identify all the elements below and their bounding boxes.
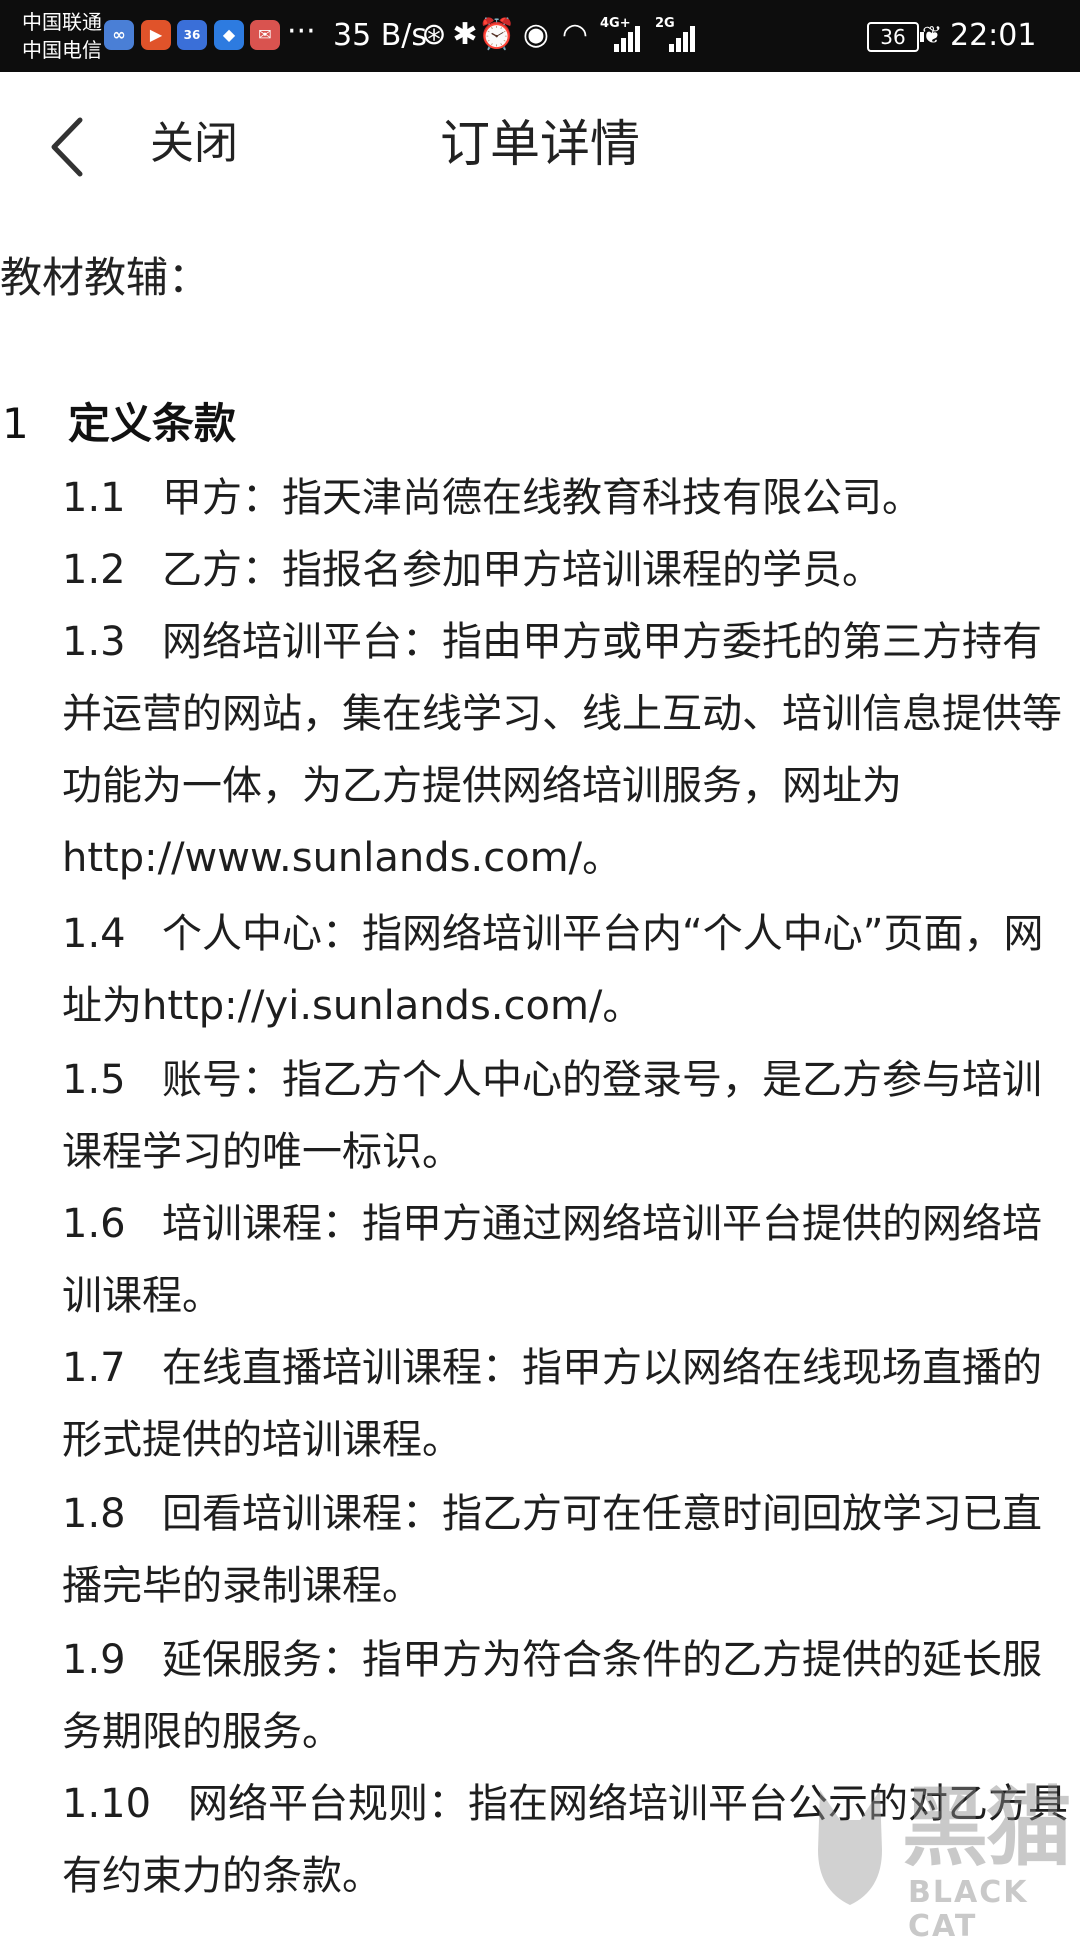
chevron-left-icon [51,117,83,177]
clause-item: 1.6 培训课程：指甲方通过网络培训平台提供的网络培训课程。 [62,1188,1072,1332]
back-button[interactable] [40,112,100,182]
power-saving-leaf-icon: ❦ [921,21,943,49]
signal-2g-icon: 2G [655,16,695,52]
clause-item: 1.1 甲方：指天津尚德在线教育科技有限公司。 [62,462,1072,534]
section-label: 教材教辅： [0,253,211,302]
clause-item: 1.3 网络培训平台：指由甲方或甲方委托的第三方持有并运营的网站，集在线学习、线上… [62,606,1072,894]
clause-item-text: 甲方：指天津尚德在线教育科技有限公司。 [162,475,922,521]
clause-item-number: 1.8 [62,1491,126,1537]
clause-heading-number: 1 [2,399,29,448]
page-title: 订单详情 [440,115,640,173]
clause-item-text: 延保服务：指甲方为符合条件的乙方提供的延长服务期限的服务。 [62,1637,1042,1755]
shield-app-icon: ◆ [214,20,244,50]
clause-item: 1.4 个人中心：指网络培训平台内“个人中心”页面，网址为http://yi.su… [62,898,1072,1042]
navigation-header: 关闭 订单详情 [0,72,1080,218]
clause-item-text: 乙方：指报名参加甲方培训课程的学员。 [162,547,882,593]
black-cat-watermark: 黑猫 BLACK CAT [800,1770,1080,1944]
36kr-app-icon: 36 [177,20,207,50]
clause-item-text: 回看培训课程：指乙方可在任意时间回放学习已直播完毕的录制课程。 [62,1491,1042,1609]
clause-heading-title: 定义条款 [68,399,237,448]
clause-item-number: 1.1 [62,475,126,521]
wifi-icon: ◠ [561,17,589,52]
network-2g-label: 2G [655,16,675,31]
watermark-chinese: 黑猫 [902,1778,1072,1878]
clause-item: 1.5 账号：指乙方个人中心的登录号，是乙方参与培训课程学习的唯一标识。 [62,1044,1072,1188]
battery-indicator: 36 [867,22,924,52]
clause-item-text: 网络培训平台：指由甲方或甲方委托的第三方持有并运营的网站，集在线学习、线上互动、… [62,619,1062,881]
network-speed: 35 B/s [333,18,428,53]
clause-item-text: 个人中心：指网络培训平台内“个人中心”页面，网址为http://yi.sunla… [62,911,1044,1029]
clause-item-text: 培训课程：指甲方通过网络培训平台提供的网络培训课程。 [62,1201,1042,1319]
clause-heading: 1 定义条款 [0,396,236,452]
video-app-icon: ▶ [141,20,171,50]
cat-logo-icon [818,1790,882,1905]
clause-item-text: 在线直播培训课程：指甲方以网络在线现场直播的形式提供的培训课程。 [62,1345,1042,1463]
clause-item-number: 1.9 [62,1637,126,1683]
clause-item-number: 1.4 [62,911,126,957]
clause-item: 1.2 乙方：指报名参加甲方培训课程的学员。 [62,534,1072,606]
clause-item-number: 1.7 [62,1345,126,1391]
bluetooth-icon: ✱ [452,17,478,52]
more-notifications-icon: ··· [287,14,316,49]
clause-item-number: 1.10 [62,1781,152,1827]
clause-item-number: 1.2 [62,547,126,593]
mail-app-icon: ✉ [250,20,280,50]
data-saver-icon: ⊛ [421,17,447,52]
watermark-english: BLACK CAT [908,1875,1029,1944]
clause-item-number: 1.5 [62,1057,126,1103]
clause-item-number: 1.3 [62,619,126,665]
network-4g-label: 4G+ [600,16,631,31]
close-button[interactable]: 关闭 [150,114,238,174]
status-bar: 中国联通 中国电信 ∞ ▶ 36 ◆ ✉ ··· 35 B/s ⊛ ✱ ⏰ ◉ … [0,0,1080,72]
clause-item: 1.8 回看培训课程：指乙方可在任意时间回放学习已直播完毕的录制课程。 [62,1478,1072,1622]
app-notification-icon-1: ∞ [104,20,134,50]
clock: 22:01 [950,18,1037,53]
clause-item: 1.9 延保服务：指甲方为符合条件的乙方提供的延长服务期限的服务。 [62,1624,1072,1768]
clause-item: 1.7 在线直播培训课程：指甲方以网络在线现场直播的形式提供的培训课程。 [62,1332,1072,1476]
clause-item-number: 1.6 [62,1201,126,1247]
eye-comfort-icon: ◉ [522,17,550,52]
alarm-icon: ⏰ [478,17,516,52]
signal-4g-icon: 4G+ [600,16,640,52]
clause-item-text: 账号：指乙方个人中心的登录号，是乙方参与培训课程学习的唯一标识。 [62,1057,1042,1175]
